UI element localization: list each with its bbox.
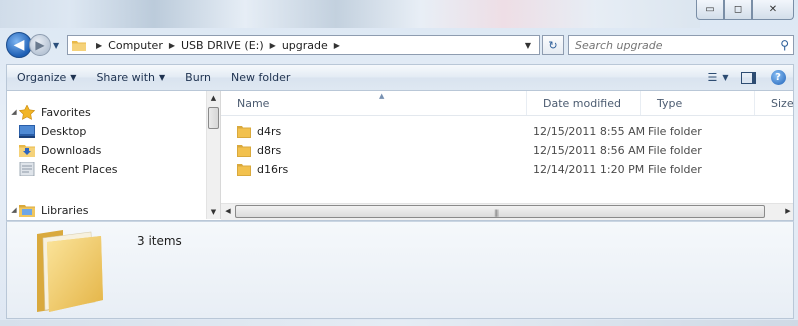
address-bar[interactable]: ▶ Computer ▶ USB DRIVE (E:) ▶ upgrade ▶ …	[67, 35, 540, 55]
nav-item-libraries[interactable]: ◢ Libraries	[9, 201, 89, 219]
burn-button[interactable]: Burn	[175, 71, 221, 84]
nav-item-recent-places[interactable]: Recent Places	[19, 160, 118, 178]
refresh-button[interactable]: ↻	[542, 35, 564, 55]
column-name[interactable]: Name	[221, 91, 527, 115]
file-row[interactable]: d16rs 12/14/2011 1:20 PM File folder	[221, 160, 793, 179]
refresh-icon: ↻	[548, 38, 558, 52]
scroll-thumb[interactable]: |||	[235, 205, 765, 218]
new-folder-button[interactable]: New folder	[221, 71, 300, 84]
folder-large-icon	[37, 230, 103, 312]
file-row[interactable]: d8rs 12/15/2011 8:56 AM File folder	[221, 141, 793, 160]
share-with-menu[interactable]: Share with ▼	[86, 71, 175, 84]
forward-arrow-icon: ▶	[35, 38, 45, 52]
column-header-row: Name ▲ Date modified Type Size	[221, 91, 794, 116]
chevron-down-icon: ▼	[722, 73, 729, 82]
file-row[interactable]: d4rs 12/15/2011 8:55 AM File folder	[221, 122, 793, 141]
address-history-dropdown[interactable]: ▼	[520, 40, 535, 50]
libraries-icon	[19, 203, 35, 217]
organize-menu[interactable]: Organize ▼	[7, 71, 86, 84]
column-type[interactable]: Type	[641, 91, 755, 115]
nav-pane-scrollbar[interactable]: ▲ ▼	[206, 91, 221, 219]
search-icon[interactable]: ⚲	[780, 38, 789, 52]
file-list: Name ▲ Date modified Type Size d4rs 12/1…	[221, 91, 794, 219]
breadcrumb-separator-icon: ▶	[96, 40, 103, 50]
sort-ascending-icon: ▲	[379, 92, 385, 100]
help-icon: ?	[770, 70, 786, 85]
search-input[interactable]	[573, 37, 781, 53]
details-pane: 3 items	[6, 221, 794, 319]
search-box[interactable]: ⚲	[568, 35, 794, 55]
item-count: 3 items	[137, 234, 182, 248]
navigation-pane: ◢ Favorites Desktop Downloads Recent Pla…	[7, 91, 206, 219]
star-icon	[19, 104, 35, 120]
desktop-icon	[19, 124, 35, 138]
minimize-button[interactable]: ▭	[696, 0, 724, 20]
window-bottom-edge	[0, 320, 798, 326]
recent-pages-dropdown[interactable]: ▼	[53, 41, 65, 50]
scroll-down-arrow-icon[interactable]: ▼	[207, 205, 220, 219]
close-button[interactable]: ✕	[752, 0, 794, 20]
breadcrumb-separator-icon[interactable]: ▶	[334, 41, 340, 50]
folder-icon	[72, 40, 86, 51]
breadcrumb-computer[interactable]: Computer	[108, 39, 163, 52]
breadcrumb-separator-icon[interactable]: ▶	[270, 41, 276, 50]
preview-pane-button[interactable]	[737, 69, 759, 87]
scroll-left-arrow-icon[interactable]: ◀	[221, 204, 235, 219]
scroll-up-arrow-icon[interactable]: ▲	[207, 91, 220, 105]
folder-icon	[237, 164, 251, 176]
folder-icon	[237, 126, 251, 138]
command-bar: Organize ▼ Share with ▼ Burn New folder ☰ ▼…	[6, 64, 794, 91]
file-list-horizontal-scrollbar[interactable]: ◀ ||| ▶	[221, 203, 793, 220]
back-arrow-icon: ◀	[13, 37, 25, 53]
recent-places-icon	[19, 162, 35, 176]
column-size[interactable]: Size	[755, 91, 798, 115]
help-button[interactable]: ?	[767, 69, 789, 87]
column-date-modified[interactable]: Date modified	[527, 91, 641, 115]
collapse-arrow-icon[interactable]: ◢	[9, 206, 19, 214]
view-list-icon: ☰	[707, 71, 718, 84]
view-options-button[interactable]: ☰ ▼	[707, 69, 729, 87]
nav-item-favorites[interactable]: ◢ Favorites	[9, 103, 91, 121]
nav-item-desktop[interactable]: Desktop	[19, 122, 86, 140]
explorer-window: ▭ ◻ ✕ ◀ ▶ ▼ ▶ Computer ▶ USB DRIVE (E:) …	[0, 0, 798, 326]
forward-button[interactable]: ▶	[29, 34, 51, 56]
chevron-down-icon: ▼	[159, 73, 166, 82]
preview-pane-icon	[740, 71, 756, 84]
address-row: ◀ ▶ ▼ ▶ Computer ▶ USB DRIVE (E:) ▶ upgr…	[6, 32, 794, 58]
grip-icon: |||	[494, 209, 499, 217]
scroll-thumb[interactable]	[208, 107, 219, 129]
chevron-down-icon: ▼	[70, 73, 77, 82]
caption-buttons: ▭ ◻ ✕	[696, 0, 794, 20]
maximize-button[interactable]: ◻	[724, 0, 752, 20]
main-panes: ◢ Favorites Desktop Downloads Recent Pla…	[6, 91, 794, 221]
breadcrumb-separator-icon[interactable]: ▶	[169, 41, 175, 50]
downloads-icon	[19, 143, 35, 157]
nav-item-downloads[interactable]: Downloads	[19, 141, 101, 159]
folder-icon	[237, 145, 251, 157]
scroll-right-arrow-icon[interactable]: ▶	[781, 204, 795, 219]
breadcrumb-upgrade[interactable]: upgrade	[282, 39, 328, 52]
breadcrumb-usb-drive[interactable]: USB DRIVE (E:)	[181, 39, 264, 52]
collapse-arrow-icon[interactable]: ◢	[9, 108, 19, 116]
title-bar	[0, 0, 700, 28]
